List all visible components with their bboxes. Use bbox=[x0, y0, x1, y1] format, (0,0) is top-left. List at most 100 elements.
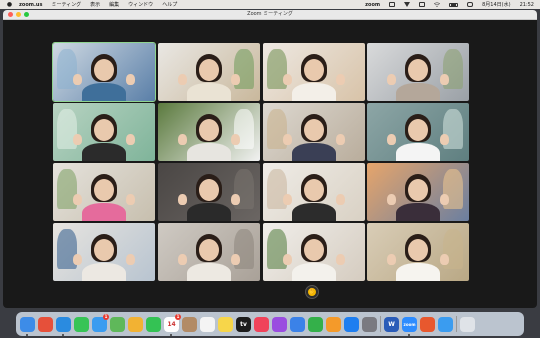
participant-video-tile[interactable] bbox=[53, 103, 155, 161]
right-hand bbox=[231, 74, 240, 85]
participant-video-tile[interactable] bbox=[263, 163, 365, 221]
word-icon[interactable]: W bbox=[384, 316, 399, 332]
reminders-icon[interactable] bbox=[200, 316, 215, 332]
menu-time[interactable]: 21:52 bbox=[520, 2, 534, 8]
participant-video-tile[interactable] bbox=[367, 163, 469, 221]
contacts-icon[interactable] bbox=[182, 316, 197, 332]
left-hand bbox=[387, 74, 396, 85]
participant-video-tile[interactable] bbox=[367, 223, 469, 281]
apple-menu-icon[interactable]: ● bbox=[6, 1, 13, 8]
app-store-icon[interactable] bbox=[344, 316, 359, 332]
tool-icon[interactable] bbox=[420, 316, 435, 332]
menu-app-name[interactable]: zoom.us bbox=[19, 2, 42, 8]
menu-edit[interactable]: 編集 bbox=[109, 1, 119, 8]
left-hand bbox=[283, 254, 292, 265]
control-center-icon[interactable] bbox=[467, 2, 474, 7]
maps-icon[interactable] bbox=[110, 316, 125, 332]
messages-icon[interactable] bbox=[74, 316, 89, 332]
participant-video-tile[interactable] bbox=[158, 163, 260, 221]
participant-face bbox=[408, 179, 428, 201]
left-hand bbox=[178, 74, 187, 85]
participant-body bbox=[187, 203, 231, 221]
participant-face bbox=[408, 239, 428, 261]
system-settings-icon[interactable] bbox=[362, 316, 377, 332]
participant-video-tile[interactable] bbox=[263, 103, 365, 161]
numbers-icon[interactable] bbox=[308, 316, 323, 332]
calendar-icon[interactable]: 14 1 bbox=[164, 313, 181, 336]
zoom-window: Zoom ミーティング bbox=[3, 10, 537, 308]
right-hand bbox=[126, 74, 135, 85]
left-hand bbox=[73, 134, 82, 145]
zoom-status-item[interactable]: zoom bbox=[365, 2, 380, 8]
launchpad-icon[interactable] bbox=[38, 316, 53, 332]
mail-icon[interactable]: 1 bbox=[92, 313, 109, 332]
menu-date[interactable]: 8月14日(水) bbox=[482, 1, 510, 8]
dock: 1 14 1 tv Wzoom bbox=[16, 312, 524, 336]
facetime-icon[interactable] bbox=[146, 316, 161, 332]
display-icon[interactable] bbox=[419, 2, 426, 7]
zoom-app-icon[interactable]: zoom bbox=[402, 316, 417, 336]
raise-hand-icon: ✋ bbox=[308, 288, 316, 296]
airplay-icon[interactable] bbox=[404, 2, 411, 7]
battery-icon[interactable] bbox=[449, 2, 459, 7]
music-icon[interactable] bbox=[254, 316, 269, 332]
podcasts-icon[interactable] bbox=[272, 316, 287, 332]
right-hand bbox=[440, 254, 449, 265]
participant-body bbox=[187, 83, 231, 101]
right-hand bbox=[126, 134, 135, 145]
reactions-button[interactable]: ✋ bbox=[305, 285, 319, 299]
right-hand bbox=[336, 134, 345, 145]
participant-video-tile[interactable] bbox=[367, 103, 469, 161]
participant-body bbox=[396, 203, 440, 221]
participant-video-tile[interactable] bbox=[158, 103, 260, 161]
right-hand bbox=[440, 194, 449, 205]
participant-face bbox=[94, 59, 114, 81]
left-hand bbox=[178, 254, 187, 265]
participant-face bbox=[199, 239, 219, 261]
pages-icon[interactable] bbox=[326, 316, 341, 332]
trash-icon[interactable] bbox=[460, 316, 475, 332]
running-indicator bbox=[62, 333, 64, 336]
participant-video-tile[interactable] bbox=[53, 163, 155, 221]
photos-icon[interactable] bbox=[128, 316, 143, 332]
participant-video-tile[interactable] bbox=[52, 42, 156, 102]
keynote-icon[interactable] bbox=[290, 316, 305, 332]
left-hand bbox=[73, 74, 82, 85]
participant-video-tile[interactable] bbox=[158, 43, 260, 101]
left-hand bbox=[283, 74, 292, 85]
menu-meeting[interactable]: ミーティング bbox=[51, 1, 81, 8]
participant-video-tile[interactable] bbox=[263, 223, 365, 281]
participant-face bbox=[94, 179, 114, 201]
menu-help[interactable]: ヘルプ bbox=[162, 1, 177, 8]
title-bar: Zoom ミーティング bbox=[3, 10, 537, 20]
notes-icon[interactable] bbox=[218, 316, 233, 332]
running-indicator bbox=[408, 333, 410, 336]
safari-icon[interactable] bbox=[56, 316, 71, 336]
dock-separator bbox=[456, 316, 457, 332]
right-hand bbox=[336, 254, 345, 265]
video-gallery bbox=[52, 42, 469, 281]
menu-window[interactable]: ウィンドウ bbox=[128, 1, 153, 8]
participant-face bbox=[199, 179, 219, 201]
participant-video-tile[interactable] bbox=[158, 223, 260, 281]
window-title: Zoom ミーティング bbox=[247, 11, 293, 17]
wifi-icon[interactable] bbox=[434, 2, 441, 7]
participant-video-tile[interactable] bbox=[367, 43, 469, 101]
tv-icon[interactable]: tv bbox=[236, 316, 251, 332]
participant-face bbox=[408, 59, 428, 81]
running-indicator bbox=[170, 333, 172, 336]
right-hand bbox=[126, 194, 135, 205]
participant-video-tile[interactable] bbox=[53, 223, 155, 281]
right-hand bbox=[231, 194, 240, 205]
app-icon[interactable] bbox=[438, 316, 453, 332]
finder-icon[interactable] bbox=[20, 316, 35, 336]
participant-body bbox=[82, 263, 126, 281]
participant-body bbox=[292, 203, 336, 221]
menu-bar: ● zoom.us ミーティング 表示 編集 ウィンドウ ヘルプ zoom 8月… bbox=[0, 0, 540, 9]
left-hand bbox=[283, 134, 292, 145]
menu-view[interactable]: 表示 bbox=[90, 1, 100, 8]
participant-face bbox=[304, 239, 324, 261]
right-hand bbox=[440, 134, 449, 145]
screen-record-icon[interactable] bbox=[389, 2, 396, 7]
participant-video-tile[interactable] bbox=[263, 43, 365, 101]
